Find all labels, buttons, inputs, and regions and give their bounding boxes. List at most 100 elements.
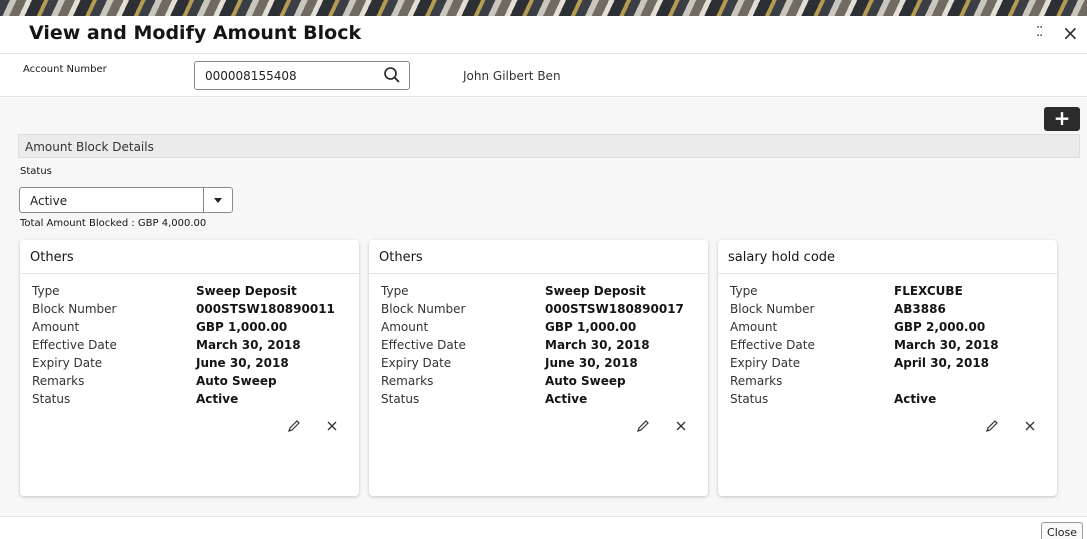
delete-icon[interactable] [673,418,689,434]
card-row-remarks: Remarks Auto Sweep [32,374,352,392]
card-row-amount: Amount GBP 2,000.00 [730,320,1050,338]
section-title: Amount Block Details [25,140,154,154]
row-value: Sweep Deposit [545,284,646,298]
card-row-status: Status Active [32,392,352,410]
row-value: Sweep Deposit [196,284,297,298]
delete-icon[interactable] [324,418,340,434]
row-key: Expiry Date [32,356,103,370]
row-value: April 30, 2018 [894,356,990,370]
block-card: Others Type Sweep Deposit Block Number 000… [20,240,359,496]
card-divider [20,273,359,274]
row-key: Amount [730,320,778,334]
card-row-amount: Amount GBP 1,000.00 [381,320,701,338]
row-value: June 30, 2018 [196,356,289,370]
row-value: AB3886 [894,302,946,316]
card-row-expiry-date: Expiry Date June 30, 2018 [381,356,701,374]
card-row-block-number: Block Number 000STSW180890011 [32,302,352,320]
card-row-effective-date: Effective Date March 30, 2018 [381,338,701,356]
row-key: Expiry Date [730,356,801,370]
row-value: Active [196,392,239,406]
close-icon[interactable]: × [1062,21,1079,45]
header-banner [0,0,1087,16]
card-row-type: Type Sweep Deposit [381,284,701,302]
card-row-type: Type FLEXCUBE [730,284,1050,302]
row-value: Active [545,392,588,406]
status-select-value: Active [30,194,68,208]
row-key: Block Number [381,302,466,316]
edit-icon[interactable] [635,418,651,434]
card-row-expiry-date: Expiry Date June 30, 2018 [32,356,352,374]
row-key: Effective Date [381,338,466,352]
minimize-icon[interactable]: ⁚⁚ [1036,25,1043,40]
block-card: Others Type Sweep Deposit Block Number 000… [369,240,708,496]
row-key: Amount [381,320,429,334]
row-value: FLEXCUBE [894,284,963,298]
card-row-remarks: Remarks Auto Sweep [381,374,701,392]
card-row-expiry-date: Expiry Date April 30, 2018 [730,356,1050,374]
section-header: Amount Block Details [18,134,1080,158]
row-value: GBP 1,000.00 [196,320,288,334]
row-value: June 30, 2018 [545,356,638,370]
account-holder-name: John Gilbert Ben [463,69,561,83]
row-value: March 30, 2018 [196,338,301,352]
row-key: Expiry Date [381,356,452,370]
row-key: Type [730,284,758,298]
footer-bar [0,516,1087,539]
row-value: 000STSW180890017 [545,302,684,316]
card-row-remarks: Remarks [730,374,1050,392]
card-row-type: Type Sweep Deposit [32,284,352,302]
edit-icon[interactable] [286,418,302,434]
status-label: Status [20,166,52,177]
account-number-value: 000008155408 [205,69,297,83]
account-number-label: Account Number [23,64,107,75]
card-divider [369,273,708,274]
close-button[interactable]: Close [1041,522,1083,539]
row-key: Status [381,392,420,406]
row-key: Amount [32,320,80,334]
row-value: Active [894,392,937,406]
row-value: March 30, 2018 [545,338,650,352]
row-key: Status [32,392,71,406]
row-key: Effective Date [32,338,117,352]
row-key: Status [730,392,769,406]
edit-icon[interactable] [984,418,1000,434]
row-key: Block Number [730,302,815,316]
row-key: Remarks [381,374,434,388]
row-key: Block Number [32,302,117,316]
row-value: Auto Sweep [196,374,277,388]
row-key: Effective Date [730,338,815,352]
delete-icon[interactable] [1022,418,1038,434]
status-dropdown-button[interactable] [203,188,232,212]
plus-icon: + [1053,106,1071,130]
search-icon[interactable] [383,66,401,84]
title-bar: View and Modify Amount Block ⁚⁚ × [0,16,1087,54]
card-row-effective-date: Effective Date March 30, 2018 [32,338,352,356]
row-value: Auto Sweep [545,374,626,388]
row-value: GBP 1,000.00 [545,320,637,334]
add-block-button[interactable]: + [1044,107,1080,131]
card-title: Others [30,250,74,265]
card-row-effective-date: Effective Date March 30, 2018 [730,338,1050,356]
row-key: Type [32,284,60,298]
block-card: salary hold code Type FLEXCUBE Block Numb… [718,240,1057,496]
total-amount-blocked: Total Amount Blocked : GBP 4,000.00 [20,218,207,229]
card-divider [718,273,1057,274]
account-number-input[interactable]: 000008155408 [194,61,410,90]
card-row-block-number: Block Number AB3886 [730,302,1050,320]
card-row-block-number: Block Number 000STSW180890017 [381,302,701,320]
row-value: March 30, 2018 [894,338,999,352]
card-row-status: Status Active [730,392,1050,410]
row-value: 000STSW180890011 [196,302,335,316]
status-select[interactable]: Active [19,187,233,213]
row-key: Remarks [32,374,85,388]
account-row: Account Number 000008155408 John Gilbert… [0,55,1087,97]
card-title: Others [379,250,423,265]
row-key: Remarks [730,374,783,388]
card-row-amount: Amount GBP 1,000.00 [32,320,352,338]
page-title: View and Modify Amount Block [29,22,362,44]
card-title: salary hold code [728,250,836,265]
card-row-status: Status Active [381,392,701,410]
row-value: GBP 2,000.00 [894,320,986,334]
chevron-down-icon [214,198,222,203]
row-key: Type [381,284,409,298]
